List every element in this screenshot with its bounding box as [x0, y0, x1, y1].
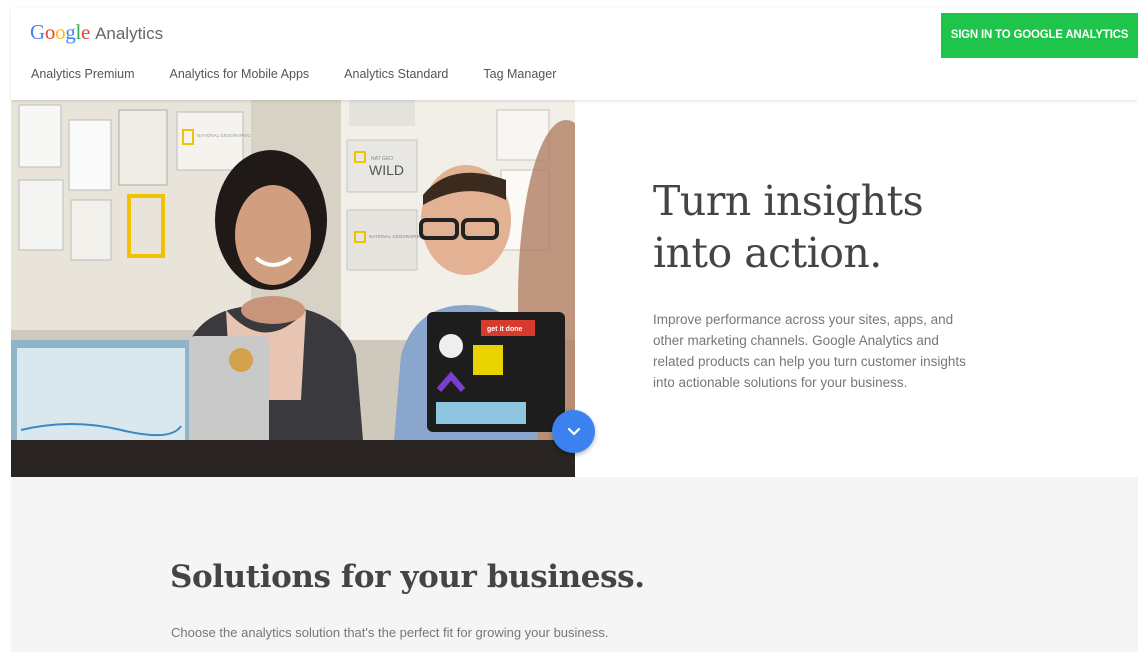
nav-analytics-mobile-apps[interactable]: Analytics for Mobile Apps [170, 67, 310, 81]
logo-brand: Google [30, 20, 90, 45]
logo-letter: G [30, 20, 45, 44]
page: Google Analytics Analytics Premium Analy… [0, 0, 1138, 652]
hero-title-line2: into action. [653, 229, 882, 277]
pinned-paper [118, 109, 168, 186]
product-nav: Analytics Premium Analytics for Mobile A… [31, 67, 591, 81]
woman-hands [241, 296, 305, 324]
site-header: Google Analytics Analytics Premium Analy… [11, 8, 1138, 100]
table [11, 440, 575, 477]
nav-analytics-standard[interactable]: Analytics Standard [344, 67, 448, 81]
logo-letter: o [55, 20, 66, 44]
google-analytics-logo[interactable]: Google Analytics [30, 20, 163, 45]
pinned-paper [70, 199, 112, 261]
hero-title: Turn insights into action. [653, 175, 993, 279]
woman-face [235, 185, 311, 285]
pinned-paper [68, 119, 112, 191]
left-gutter [0, 0, 11, 652]
silver-laptop [189, 336, 269, 446]
logo-letter: g [65, 20, 76, 44]
sticker-badge [439, 334, 463, 358]
sign-in-button[interactable]: SIGN IN TO GOOGLE ANALYTICS [941, 13, 1138, 58]
sticker-code [473, 345, 503, 375]
solutions-title: Solutions for your business. [170, 559, 645, 595]
solutions-description: Choose the analytics solution that's the… [171, 625, 609, 640]
hero-illustration: NATIONAL GEOGRAPHIC NAT GEO WILD NATIONA… [11, 100, 575, 477]
scroll-down-button[interactable] [552, 410, 595, 453]
logo-letter: e [81, 20, 91, 44]
sticker-strip [436, 402, 526, 424]
natgeo-poster-text: NATIONAL GEOGRAPHIC [197, 133, 252, 138]
hero-title-line1: Turn insights [653, 177, 924, 225]
natgeo-poster [176, 111, 244, 171]
chevron-down-icon [567, 427, 580, 436]
solutions-section: Solutions for your business. Choose the … [11, 477, 1138, 652]
wild-poster-text: WILD [369, 162, 404, 178]
logo-letter: o [44, 20, 56, 44]
logo-product: Analytics [95, 24, 164, 43]
pinned-paper [18, 104, 62, 168]
channel-poster [346, 209, 418, 271]
sticker-text: get it done [487, 326, 522, 333]
nav-analytics-premium[interactable]: Analytics Premium [31, 67, 135, 81]
pinned-paper [18, 179, 64, 251]
sign-top [349, 100, 415, 126]
laptop-sticker [229, 348, 253, 372]
hero-description: Improve performance across your sites, a… [653, 312, 966, 390]
hero-text: Turn insights into action. Improve perfo… [653, 175, 993, 393]
hero-photo: NATIONAL GEOGRAPHIC NAT GEO WILD NATIONA… [11, 100, 575, 477]
nav-tag-manager[interactable]: Tag Manager [483, 67, 556, 81]
